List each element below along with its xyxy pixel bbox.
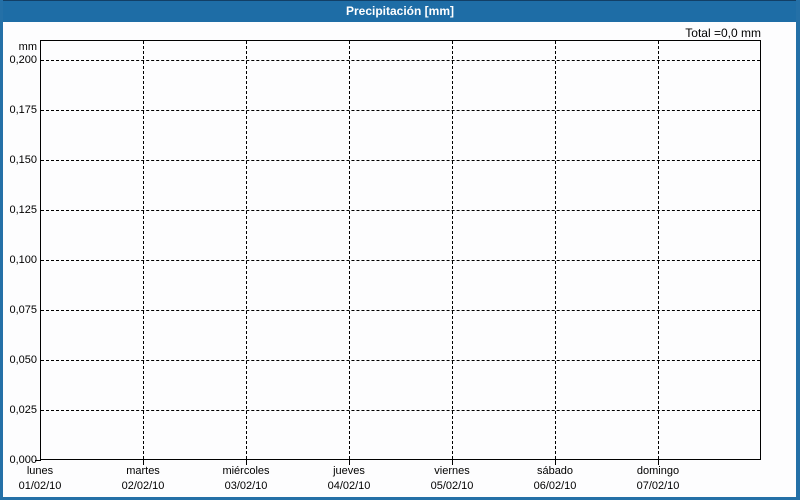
vertical-gridline xyxy=(658,41,659,459)
y-axis-tick-label: 0,125 xyxy=(9,204,37,216)
y-axis-tick-label: 0,050 xyxy=(9,354,37,366)
y-axis-tick-label: 0,075 xyxy=(9,304,37,316)
x-axis-date: 04/02/10 xyxy=(327,480,371,492)
vertical-gridline xyxy=(143,41,144,459)
window-frame-left xyxy=(0,0,3,500)
horizontal-gridline xyxy=(41,160,760,161)
x-axis-category-label: miércoles 03/02/10 xyxy=(191,464,301,494)
horizontal-gridline xyxy=(41,310,760,311)
x-axis-day-name: martes xyxy=(126,465,160,477)
y-axis-tick-label: 0,175 xyxy=(9,104,37,116)
x-axis-date: 03/02/10 xyxy=(224,480,268,492)
x-axis-category-label: viernes 05/02/10 xyxy=(397,464,507,494)
x-axis-category-label: martes 02/02/10 xyxy=(88,464,198,494)
x-axis-day-name: jueves xyxy=(333,465,365,477)
x-axis-day-name: sábado xyxy=(536,465,574,477)
plot-area xyxy=(40,40,761,460)
x-axis-date: 05/02/10 xyxy=(430,480,474,492)
window-frame-right xyxy=(796,0,800,500)
vertical-gridline xyxy=(452,41,453,459)
x-axis-day-name: lunes xyxy=(26,465,54,477)
precipitation-chart-window: Precipitación [mm] Total =0,0 mm mm 0,20… xyxy=(0,0,800,500)
x-axis-category-label: domingo 07/02/10 xyxy=(603,464,713,494)
x-axis-date: 07/02/10 xyxy=(636,480,680,492)
chart-title: Precipitación [mm] xyxy=(345,4,455,18)
x-axis-date: 06/02/10 xyxy=(533,480,577,492)
horizontal-gridline xyxy=(41,260,760,261)
vertical-gridline xyxy=(555,41,556,459)
y-axis-tick-label: 0,025 xyxy=(9,404,37,416)
y-axis-zero-tick xyxy=(35,460,41,461)
horizontal-gridline xyxy=(41,360,760,361)
x-axis-day-name: domingo xyxy=(636,465,680,477)
total-annotation: Total =0,0 mm xyxy=(685,26,761,40)
x-axis-date: 02/02/10 xyxy=(121,480,165,492)
horizontal-gridline xyxy=(41,110,760,111)
y-axis-unit-label: mm xyxy=(18,41,37,53)
horizontal-gridline xyxy=(41,410,760,411)
y-axis-tick-label: 0,150 xyxy=(9,154,37,166)
x-axis-category-label: jueves 04/02/10 xyxy=(294,464,404,494)
x-axis-category-label: sábado 06/02/10 xyxy=(500,464,610,494)
y-axis-tick-label: 0,200 xyxy=(9,54,37,66)
x-axis-category-label: lunes 01/02/10 xyxy=(0,464,95,494)
vertical-gridline xyxy=(246,41,247,459)
vertical-gridline xyxy=(349,41,350,459)
horizontal-gridline xyxy=(41,60,760,61)
x-axis-day-name: viernes xyxy=(434,465,470,477)
y-axis-tick-label: 0,100 xyxy=(9,254,37,266)
x-axis-date: 01/02/10 xyxy=(18,480,62,492)
horizontal-gridline xyxy=(41,210,760,211)
x-axis-day-name: miércoles xyxy=(222,465,270,477)
chart-title-bar: Precipitación [mm] xyxy=(0,0,800,22)
